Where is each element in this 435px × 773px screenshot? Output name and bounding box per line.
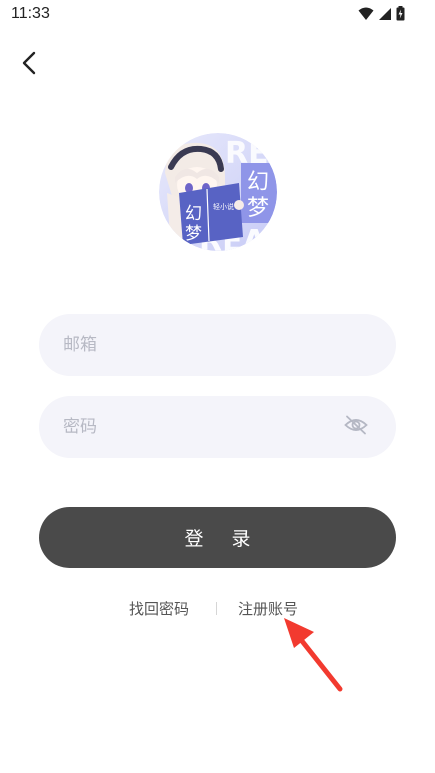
status-icons	[358, 6, 405, 21]
login-button[interactable]: 登录	[39, 507, 396, 568]
avatar-book-text-1: 幻	[185, 204, 202, 224]
password-field[interactable]	[39, 396, 396, 458]
password-visibility-toggle[interactable]	[344, 415, 370, 439]
battery-icon	[396, 6, 405, 21]
forgot-password-link[interactable]: 找回密码	[129, 598, 189, 619]
link-divider	[216, 602, 217, 615]
wifi-icon	[358, 7, 374, 20]
eye-off-icon	[344, 415, 368, 435]
email-field[interactable]	[39, 314, 396, 376]
auth-links: 找回密码 注册账号	[0, 598, 435, 620]
avatar-book-subtext: 轻小说	[213, 202, 234, 211]
back-arrow-icon	[22, 51, 36, 75]
back-button[interactable]	[14, 48, 44, 78]
password-input[interactable]	[63, 396, 343, 458]
email-input[interactable]	[63, 314, 343, 376]
avatar-side-text-2: 梦	[247, 196, 269, 221]
status-time: 11:33	[11, 5, 50, 22]
signal-icon	[379, 7, 391, 20]
app-logo-avatar: READ READ 幻 梦 幻 梦 轻小说	[159, 133, 277, 251]
annotation-arrow-icon	[284, 618, 343, 692]
avatar-side-text-1: 幻	[247, 170, 269, 195]
avatar-illustration: READ READ 幻 梦 幻 梦 轻小说	[159, 133, 277, 251]
status-bar: 11:33	[0, 0, 435, 30]
avatar-book-text-2: 梦	[185, 224, 202, 244]
